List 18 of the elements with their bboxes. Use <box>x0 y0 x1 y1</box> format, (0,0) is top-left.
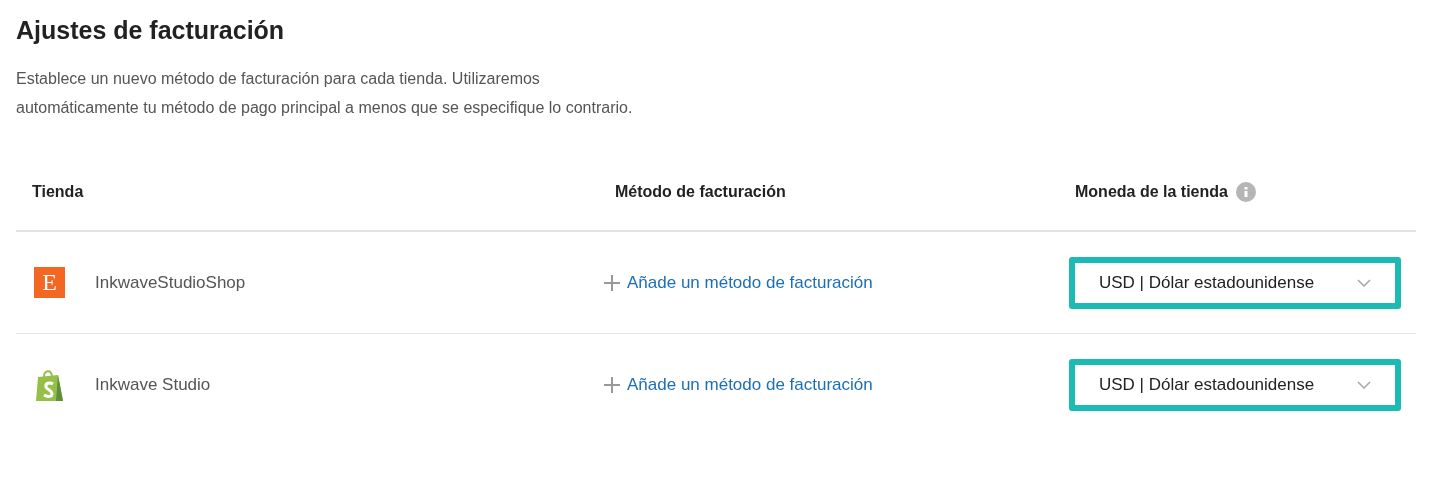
info-icon[interactable] <box>1235 182 1256 202</box>
column-header: Tienda <box>32 183 84 201</box>
plus-icon <box>603 273 621 292</box>
store-name: Inkwave Studio <box>95 374 211 395</box>
shopping-bag-icon <box>34 367 65 402</box>
store-logo: E <box>34 267 65 298</box>
column-header: Moneda de la tienda <box>1075 183 1228 201</box>
chevron-down-icon <box>1357 278 1371 287</box>
currency-dropdown[interactable]: USD | Dólar estadounidense <box>1069 256 1401 309</box>
description-text: Establece un nuevo método de facturación para cada tienda. Utilizaremos automáticamente tu método de pago principal a menos que se especifique lo contrario. <box>16 69 634 118</box>
page-title: Ajustes de facturación <box>16 15 286 46</box>
chevron-down-icon <box>1357 380 1371 389</box>
store-name: InkwaveStudioShop <box>95 272 246 293</box>
plus-icon <box>603 375 621 394</box>
add-billing-link[interactable]: Añade un método de facturación <box>627 272 873 293</box>
column-header: Método de facturación <box>615 183 786 201</box>
currency-dropdown[interactable]: USD | Dólar estadounidense <box>1069 358 1401 411</box>
add-billing-link[interactable]: Añade un método de facturación <box>627 374 873 395</box>
